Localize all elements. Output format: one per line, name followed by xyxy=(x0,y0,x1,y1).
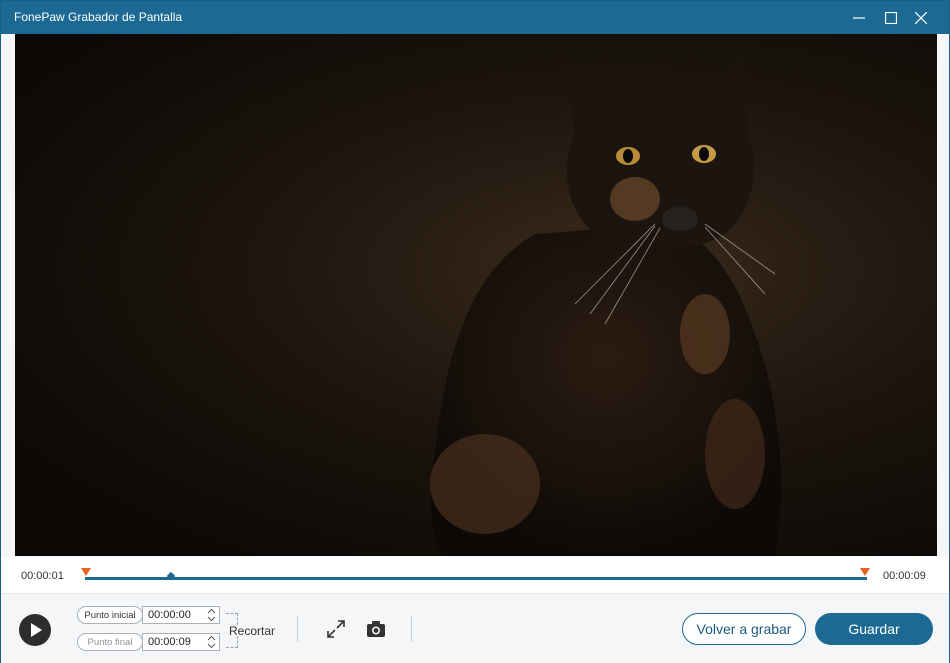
maximize-button[interactable] xyxy=(876,1,906,34)
end-point-value: 00:00:09 xyxy=(148,636,191,648)
trim-button[interactable]: Recortar xyxy=(229,624,275,638)
start-point-input[interactable]: 00:00:00 xyxy=(142,606,220,624)
close-button[interactable] xyxy=(906,1,936,34)
recorder-window: FonePaw Grabador de Pantalla 00:00:01 00… xyxy=(0,0,950,663)
video-preview[interactable] xyxy=(15,34,937,556)
timeline-bar: 00:00:01 00:00:09 xyxy=(1,557,949,593)
expand-icon[interactable] xyxy=(326,619,346,639)
save-button[interactable]: Guardar xyxy=(815,613,933,645)
close-icon xyxy=(915,11,927,24)
minimize-icon xyxy=(853,16,865,19)
spinner-icon[interactable] xyxy=(207,608,216,622)
start-point-value: 00:00:00 xyxy=(148,609,191,621)
divider xyxy=(297,616,298,642)
play-button[interactable] xyxy=(19,614,51,646)
trim-end-handle[interactable] xyxy=(860,568,870,576)
start-point-field: Punto inicial 00:00:00 xyxy=(77,606,220,624)
control-bar: Punto inicial 00:00:00 Punto final 00:00… xyxy=(1,593,949,663)
timeline-start-time: 00:00:01 xyxy=(21,570,64,582)
window-title: FonePaw Grabador de Pantalla xyxy=(14,10,183,24)
cat-video-frame xyxy=(430,52,781,556)
end-point-field: Punto final 00:00:09 xyxy=(77,633,220,651)
title-bar: FonePaw Grabador de Pantalla xyxy=(1,1,949,34)
trim-start-handle[interactable] xyxy=(81,568,91,576)
minimize-button[interactable] xyxy=(844,1,874,34)
spinner-icon[interactable] xyxy=(207,635,216,649)
camera-icon[interactable] xyxy=(366,619,386,639)
start-point-label: Punto inicial xyxy=(77,606,143,624)
rerecord-button[interactable]: Volver a grabar xyxy=(682,613,806,645)
divider xyxy=(411,616,412,642)
timeline-track[interactable] xyxy=(85,577,867,580)
timeline-end-time: 00:00:09 xyxy=(883,570,926,582)
end-point-label: Punto final xyxy=(77,633,143,651)
end-point-input[interactable]: 00:00:09 xyxy=(142,633,220,651)
maximize-icon xyxy=(885,11,897,24)
